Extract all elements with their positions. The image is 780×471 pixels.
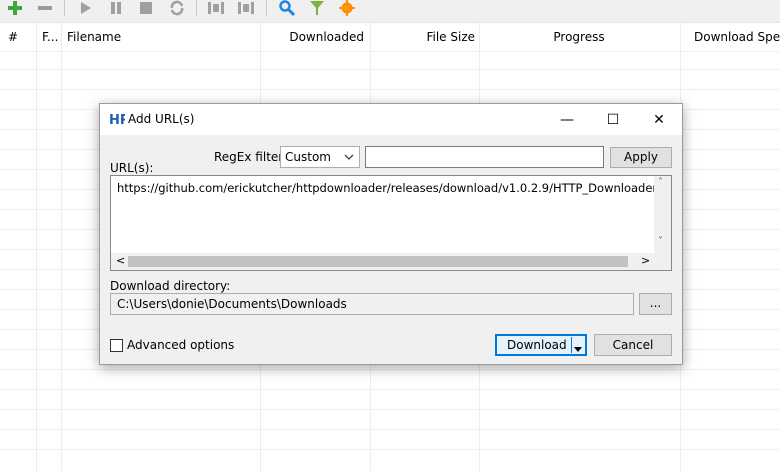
- download-directory-field[interactable]: C:\Users\donie\Documents\Downloads: [110, 293, 634, 315]
- pause-icon[interactable]: [106, 0, 126, 16]
- app-logo-icon: HP: [109, 111, 129, 130]
- close-button[interactable]: ✕: [636, 104, 682, 135]
- apply-button[interactable]: Apply: [610, 147, 672, 168]
- download-button[interactable]: Download: [495, 334, 587, 356]
- toolbar: [0, 0, 780, 22]
- dropdown-arrow-icon[interactable]: [574, 342, 582, 356]
- settings-icon[interactable]: [336, 0, 358, 16]
- split-divider: [571, 337, 572, 353]
- advanced-options-checkbox[interactable]: [110, 339, 123, 352]
- dialog-titlebar[interactable]: HP Add URL(s) — ☐ ✕: [100, 104, 682, 135]
- browse-button[interactable]: ...: [639, 293, 672, 315]
- row-divider: [0, 429, 780, 430]
- regex-filter-input[interactable]: [365, 146, 604, 168]
- row-divider: [0, 69, 780, 70]
- row-divider: [0, 449, 780, 450]
- row-divider: [0, 389, 780, 390]
- cancel-button[interactable]: Cancel: [594, 334, 672, 356]
- toolbar-separator: [266, 0, 267, 16]
- chevron-down-icon: [344, 151, 354, 165]
- urls-textarea[interactable]: https://github.com/erickutcher/httpdownl…: [110, 175, 672, 271]
- scrollbar-thumb[interactable]: [128, 256, 628, 267]
- row-divider: [0, 369, 780, 370]
- filter-icon[interactable]: [306, 0, 328, 16]
- column-header-download-speed[interactable]: Download Speed: [694, 23, 780, 51]
- maximize-button[interactable]: ☐: [590, 104, 636, 135]
- row-divider: [0, 89, 780, 90]
- queue-up-icon[interactable]: [204, 0, 228, 16]
- minimize-button[interactable]: —: [544, 104, 590, 135]
- advanced-options-label[interactable]: Advanced options: [127, 338, 234, 352]
- scroll-down-icon[interactable]: ˅: [658, 236, 663, 247]
- column-divider: [61, 23, 62, 471]
- toolbar-separator: [196, 0, 197, 16]
- scrollbar-corner: [654, 253, 671, 270]
- download-directory-label: Download directory:: [110, 279, 231, 293]
- regex-filter-select[interactable]: Custom: [280, 146, 360, 168]
- svg-text:HP: HP: [109, 113, 125, 127]
- vertical-scrollbar[interactable]: ˄ ˅: [654, 176, 671, 253]
- stop-icon[interactable]: [136, 0, 156, 16]
- regex-filter-label: RegEx filter:: [214, 150, 288, 164]
- column-header-filename[interactable]: Filename: [67, 23, 257, 51]
- column-header-type[interactable]: F...: [42, 23, 60, 51]
- restart-icon[interactable]: [166, 0, 188, 16]
- row-divider: [0, 409, 780, 410]
- scroll-left-icon[interactable]: <: [116, 254, 125, 267]
- column-divider: [36, 23, 37, 471]
- column-header-progress[interactable]: Progress: [480, 23, 678, 51]
- column-header-file-size[interactable]: File Size: [372, 23, 475, 51]
- row-divider: [0, 51, 780, 52]
- toolbar-separator: [64, 0, 65, 16]
- scroll-right-icon[interactable]: >: [641, 254, 650, 267]
- add-url-dialog: HP Add URL(s) — ☐ ✕ RegEx filter: Custom…: [99, 103, 683, 365]
- dialog-title: Add URL(s): [128, 112, 195, 126]
- add-icon[interactable]: [4, 0, 26, 16]
- start-icon[interactable]: [76, 0, 96, 16]
- remove-icon[interactable]: [34, 0, 56, 16]
- search-icon[interactable]: [276, 0, 298, 16]
- urls-label: URL(s):: [110, 161, 154, 175]
- regex-filter-value: Custom: [285, 150, 331, 164]
- url-text: https://github.com/erickutcher/httpdownl…: [117, 181, 672, 195]
- queue-down-icon[interactable]: [234, 0, 258, 16]
- horizontal-scrollbar[interactable]: < >: [111, 253, 654, 270]
- download-button-label: Download: [507, 338, 567, 352]
- column-header-downloaded[interactable]: Downloaded: [262, 23, 364, 51]
- column-header-number[interactable]: #: [8, 23, 34, 51]
- scroll-up-icon[interactable]: ˄: [658, 177, 663, 188]
